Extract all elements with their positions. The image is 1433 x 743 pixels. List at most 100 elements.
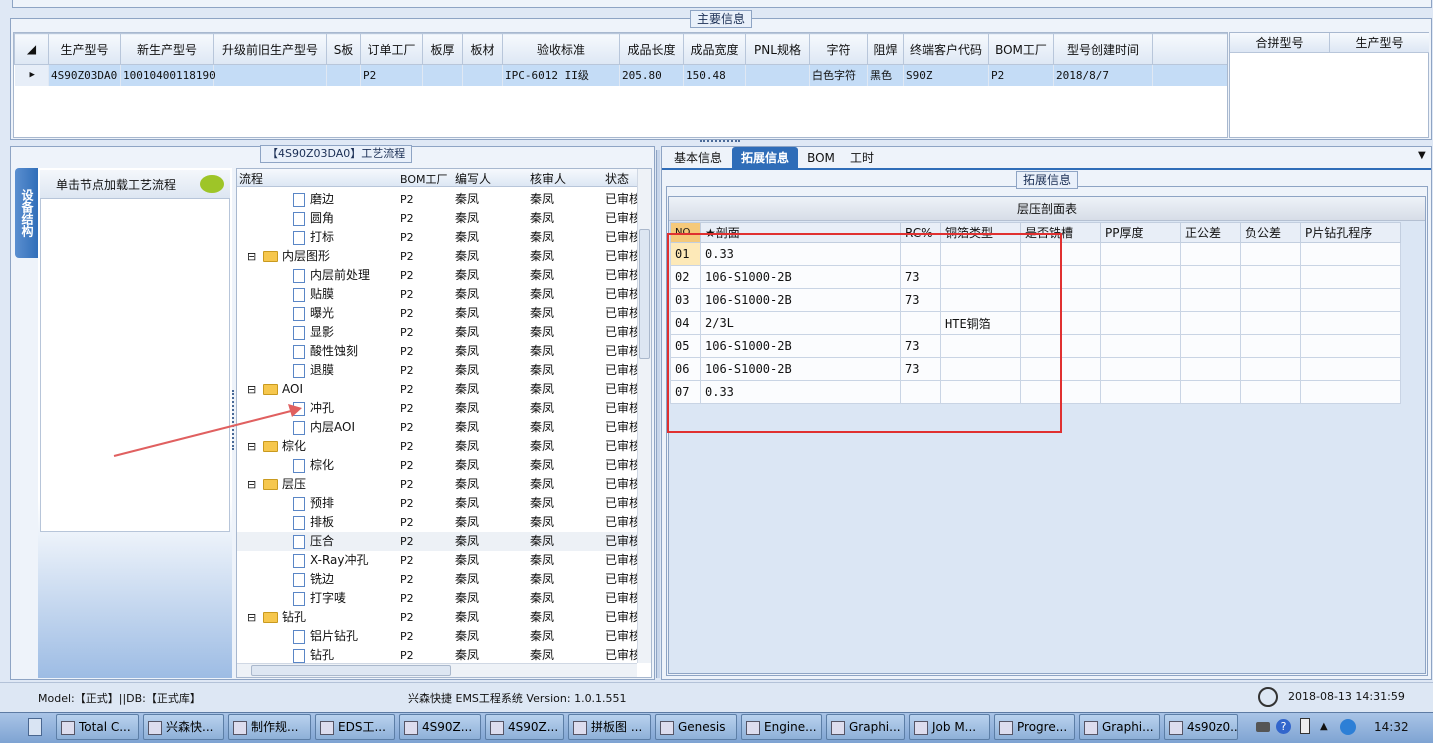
tree-node[interactable]: 排板 <box>293 513 334 532</box>
tab-0[interactable]: 基本信息 <box>666 147 730 169</box>
taskbar-button[interactable]: Graphi... <box>826 714 905 740</box>
tree-node[interactable]: 内层前处理 <box>293 266 370 285</box>
ext-cell[interactable] <box>1300 242 1401 266</box>
tab-menu-arrow[interactable]: ▼ <box>1418 150 1426 161</box>
horizontal-splitter[interactable] <box>700 140 740 144</box>
tree-row[interactable]: 钻孔 ⊟ P2 秦凤 秦凤 已审核 <box>237 608 647 627</box>
ext-col-header[interactable]: P片钻孔程序 <box>1300 222 1401 243</box>
tree-node[interactable]: 压合 <box>293 532 334 551</box>
taskbar-button[interactable]: Genesis <box>655 714 737 740</box>
collapse-icon[interactable]: ⊟ <box>247 608 256 627</box>
collapse-icon[interactable]: ⊟ <box>247 247 256 266</box>
tab-2[interactable]: BOM <box>802 147 840 169</box>
tray-network-icon[interactable] <box>1300 718 1310 734</box>
taskbar-button[interactable]: Progre... <box>994 714 1075 740</box>
main-col-header[interactable]: 升级前旧生产型号 <box>213 33 327 65</box>
ext-cell[interactable] <box>1240 334 1301 358</box>
tray-app-icon[interactable] <box>1340 719 1356 735</box>
main-cell[interactable]: 205.80 <box>619 64 684 86</box>
tree-row[interactable]: 贴膜 P2 秦凤 秦凤 已审核 <box>237 285 647 304</box>
tree-node[interactable]: 预排 <box>293 494 334 513</box>
ext-cell[interactable] <box>1100 265 1181 289</box>
hscroll-thumb[interactable] <box>251 665 451 676</box>
tree-row[interactable]: 打字唛 P2 秦凤 秦凤 已审核 <box>237 589 647 608</box>
tree-node[interactable]: X-Ray冲孔 <box>293 551 368 570</box>
main-cell[interactable] <box>462 64 503 86</box>
main-col-header[interactable]: 终端客户代码 <box>903 33 989 65</box>
tab-1[interactable]: 拓展信息 <box>732 147 798 169</box>
prod-col-header[interactable]: 生产型号 <box>1330 33 1429 53</box>
ext-cell[interactable] <box>1180 242 1241 266</box>
main-col-header[interactable]: BOM工厂 <box>988 33 1054 65</box>
main-cell[interactable]: 2018/8/7 <box>1053 64 1153 86</box>
tree-row[interactable]: 显影 P2 秦凤 秦凤 已审核 <box>237 323 647 342</box>
taskbar-button[interactable]: 制作规... <box>228 714 311 740</box>
tree-row[interactable]: 打标 P2 秦凤 秦凤 已审核 <box>237 228 647 247</box>
tree-row[interactable]: 曝光 P2 秦凤 秦凤 已审核 <box>237 304 647 323</box>
ext-cell[interactable] <box>1180 380 1241 404</box>
main-cell[interactable]: P2 <box>988 64 1054 86</box>
tree-node[interactable]: 内层图形 <box>263 247 330 266</box>
tree-row[interactable]: AOI ⊟ P2 秦凤 秦凤 已审核 <box>237 380 647 399</box>
main-col-header[interactable]: 新生产型号 <box>120 33 214 65</box>
merge-col-header[interactable]: 合拼型号 <box>1230 33 1330 53</box>
center-splitter[interactable] <box>656 150 660 678</box>
taskbar-button[interactable]: 4S90Z... <box>399 714 481 740</box>
chat-bubble-icon[interactable] <box>200 175 224 193</box>
ext-cell[interactable] <box>1100 334 1181 358</box>
tree-row[interactable]: 预排 P2 秦凤 秦凤 已审核 <box>237 494 647 513</box>
tree-node[interactable]: 铝片钻孔 <box>293 627 358 646</box>
ext-cell[interactable] <box>1240 311 1301 335</box>
taskbar-button[interactable]: 4S90Z... <box>485 714 564 740</box>
main-col-header[interactable]: PNL规格 <box>745 33 810 65</box>
main-col-header[interactable]: 板材 <box>462 33 503 65</box>
ext-cell[interactable] <box>1180 357 1241 381</box>
ext-cell[interactable] <box>1240 288 1301 312</box>
main-col-header[interactable]: 阻焊 <box>867 33 904 65</box>
tray-help-icon[interactable]: ? <box>1276 719 1291 734</box>
ext-cell[interactable] <box>1100 288 1181 312</box>
tree-hscroll[interactable] <box>237 663 637 677</box>
main-cell[interactable] <box>422 64 463 86</box>
ext-cell[interactable] <box>1300 380 1401 404</box>
tray-expand-icon[interactable]: ▲ <box>1320 721 1328 732</box>
taskbar-button[interactable]: Graphi... <box>1079 714 1160 740</box>
main-cell[interactable]: IPC-6012 II级 <box>502 64 620 86</box>
collapse-icon[interactable]: ⊟ <box>247 380 256 399</box>
tree-row[interactable]: 内层前处理 P2 秦凤 秦凤 已审核 <box>237 266 647 285</box>
ext-cell[interactable] <box>1180 265 1241 289</box>
main-cell[interactable]: 150.48 <box>683 64 746 86</box>
col-writer[interactable]: 编写人 <box>455 170 491 187</box>
main-col-header[interactable]: 订单工厂 <box>360 33 423 65</box>
main-col-header[interactable]: 验收标准 <box>502 33 620 65</box>
ext-col-header[interactable]: 正公差 <box>1180 222 1241 243</box>
tree-row[interactable]: X-Ray冲孔 P2 秦凤 秦凤 已审核 <box>237 551 647 570</box>
tree-row[interactable]: 退膜 P2 秦凤 秦凤 已审核 <box>237 361 647 380</box>
ext-col-header[interactable]: PP厚度 <box>1100 222 1181 243</box>
tree-node[interactable]: 贴膜 <box>293 285 334 304</box>
main-cell[interactable] <box>326 64 361 86</box>
ext-cell[interactable] <box>1300 288 1401 312</box>
taskbar-button[interactable]: EDS工... <box>315 714 395 740</box>
main-cell[interactable] <box>745 64 810 86</box>
tree-node[interactable]: 酸性蚀刻 <box>293 342 358 361</box>
tab-3[interactable]: 工时 <box>844 147 880 169</box>
main-cell[interactable]: 10010400118190 <box>120 64 216 86</box>
tree-node[interactable]: 曝光 <box>293 304 334 323</box>
ext-cell[interactable] <box>1300 265 1401 289</box>
col-flow[interactable]: 流程 <box>239 170 263 187</box>
tree-row[interactable]: 铣边 P2 秦凤 秦凤 已审核 <box>237 570 647 589</box>
side-tab-device[interactable]: 设备结构 <box>15 168 39 258</box>
ext-cell[interactable] <box>1300 357 1401 381</box>
main-col-header[interactable]: 字符 <box>809 33 868 65</box>
main-col-header[interactable]: 板厚 <box>422 33 463 65</box>
tree-row[interactable]: 排板 P2 秦凤 秦凤 已审核 <box>237 513 647 532</box>
tree-row[interactable]: 层压 ⊟ P2 秦凤 秦凤 已审核 <box>237 475 647 494</box>
tree-node[interactable]: 磨边 <box>293 190 334 209</box>
main-col-header[interactable]: 生产型号 <box>48 33 121 65</box>
tree-row[interactable]: 内层图形 ⊟ P2 秦凤 秦凤 已审核 <box>237 247 647 266</box>
main-cell[interactable]: 4S90Z03DA0 <box>48 64 121 86</box>
ext-cell[interactable] <box>1100 242 1181 266</box>
taskbar-button[interactable]: 4s90z0... <box>1164 714 1238 740</box>
ext-cell[interactable] <box>1180 334 1241 358</box>
